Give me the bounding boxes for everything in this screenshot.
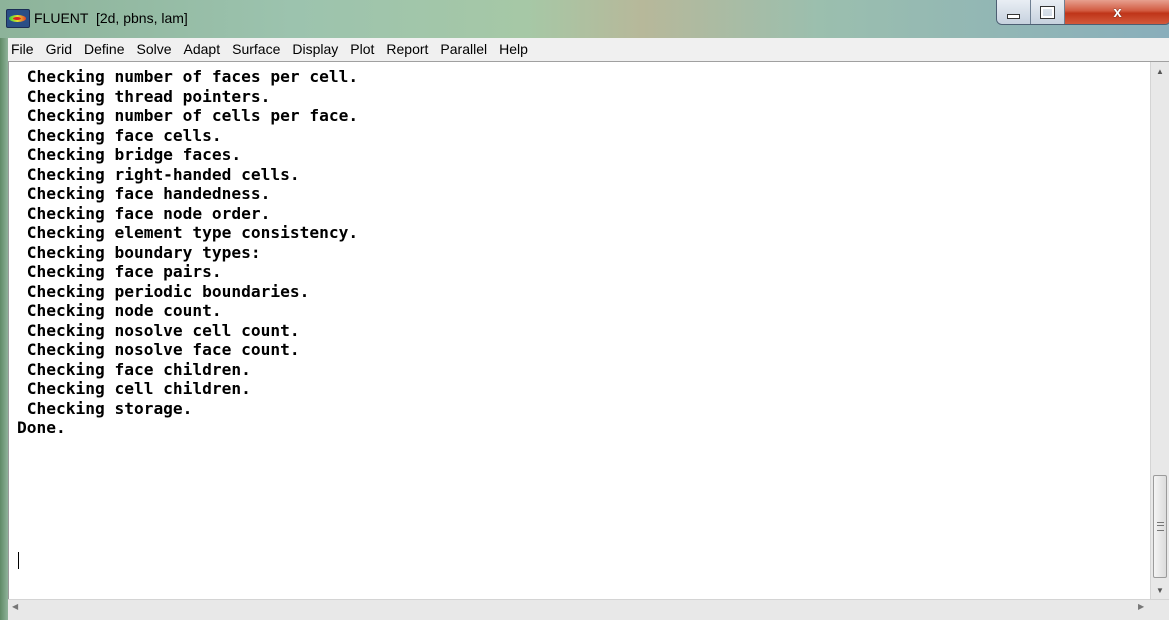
menu-grid[interactable]: Grid: [40, 38, 78, 61]
vertical-scroll-thumb[interactable]: [1153, 475, 1167, 578]
console-output[interactable]: Checking number of faces per cell. Check…: [8, 62, 1150, 599]
scroll-down-arrow-icon[interactable]: ▼: [1151, 581, 1169, 599]
console-line: Checking periodic boundaries.: [17, 281, 310, 301]
close-button[interactable]: x: [1065, 0, 1169, 24]
text-cursor: [18, 552, 19, 569]
window-controls: x: [996, 0, 1169, 25]
console-line: Checking number of cells per face.: [17, 106, 359, 125]
console-line: Checking nosolve face count.: [17, 340, 300, 359]
console-line: Checking nosolve cell count.: [17, 320, 300, 340]
console-log: Checking number of faces per cell. Check…: [17, 67, 358, 438]
menu-report[interactable]: Report: [380, 38, 434, 61]
fluent-window: FLUENT [2d, pbns, lam] x File Grid Defin…: [0, 0, 1169, 620]
vertical-scrollbar[interactable]: ▲ ▼: [1150, 62, 1169, 599]
console-line: Checking face cells.: [17, 125, 222, 145]
fluent-app-icon[interactable]: [6, 9, 30, 28]
scroll-right-arrow-icon[interactable]: ▶: [1138, 602, 1144, 611]
console-line: Checking cell children.: [17, 379, 251, 398]
console-line: Checking bridge faces.: [17, 145, 242, 164]
menu-surface[interactable]: Surface: [226, 38, 286, 61]
minimize-icon: [1007, 13, 1020, 19]
menu-parallel[interactable]: Parallel: [434, 38, 493, 61]
close-icon: x: [1113, 3, 1122, 21]
grip-icon: [1157, 522, 1164, 531]
menu-plot[interactable]: Plot: [344, 38, 380, 61]
menu-file[interactable]: File: [8, 38, 40, 61]
console-line: Checking boundary types:: [17, 242, 261, 262]
window-left-border: [0, 38, 8, 620]
console-line: Checking element type consistency.: [17, 223, 359, 242]
horizontal-scrollbar[interactable]: ◀ ▶: [8, 599, 1169, 620]
maximize-icon: [1040, 5, 1055, 19]
console-line: Checking face handedness.: [17, 184, 271, 203]
scroll-left-arrow-icon[interactable]: ◀: [12, 602, 18, 611]
console-line: Checking thread pointers.: [17, 86, 271, 106]
console-line: Checking face children.: [17, 359, 251, 379]
console-line: Checking face node order.: [17, 203, 271, 223]
menu-solve[interactable]: Solve: [130, 38, 177, 61]
console-line: Checking number of faces per cell.: [17, 67, 359, 86]
console-line: Checking node count.: [17, 301, 222, 320]
console-line: Checking right-handed cells.: [17, 164, 300, 184]
console-line: Checking storage.: [17, 398, 193, 418]
menu-adapt[interactable]: Adapt: [178, 38, 227, 61]
console-line: Checking face pairs.: [17, 262, 222, 281]
menu-display[interactable]: Display: [286, 38, 344, 61]
maximize-button[interactable]: [1031, 0, 1065, 24]
menu-bar: File Grid Define Solve Adapt Surface Dis…: [8, 38, 1169, 62]
menu-define[interactable]: Define: [78, 38, 130, 61]
scroll-up-arrow-icon[interactable]: ▲: [1151, 62, 1169, 80]
title-bar[interactable]: FLUENT [2d, pbns, lam] x: [0, 0, 1169, 38]
console-line: Done.: [17, 418, 66, 437]
minimize-button[interactable]: [997, 0, 1031, 24]
menu-help[interactable]: Help: [493, 38, 534, 61]
window-title: FLUENT [2d, pbns, lam]: [34, 10, 188, 26]
